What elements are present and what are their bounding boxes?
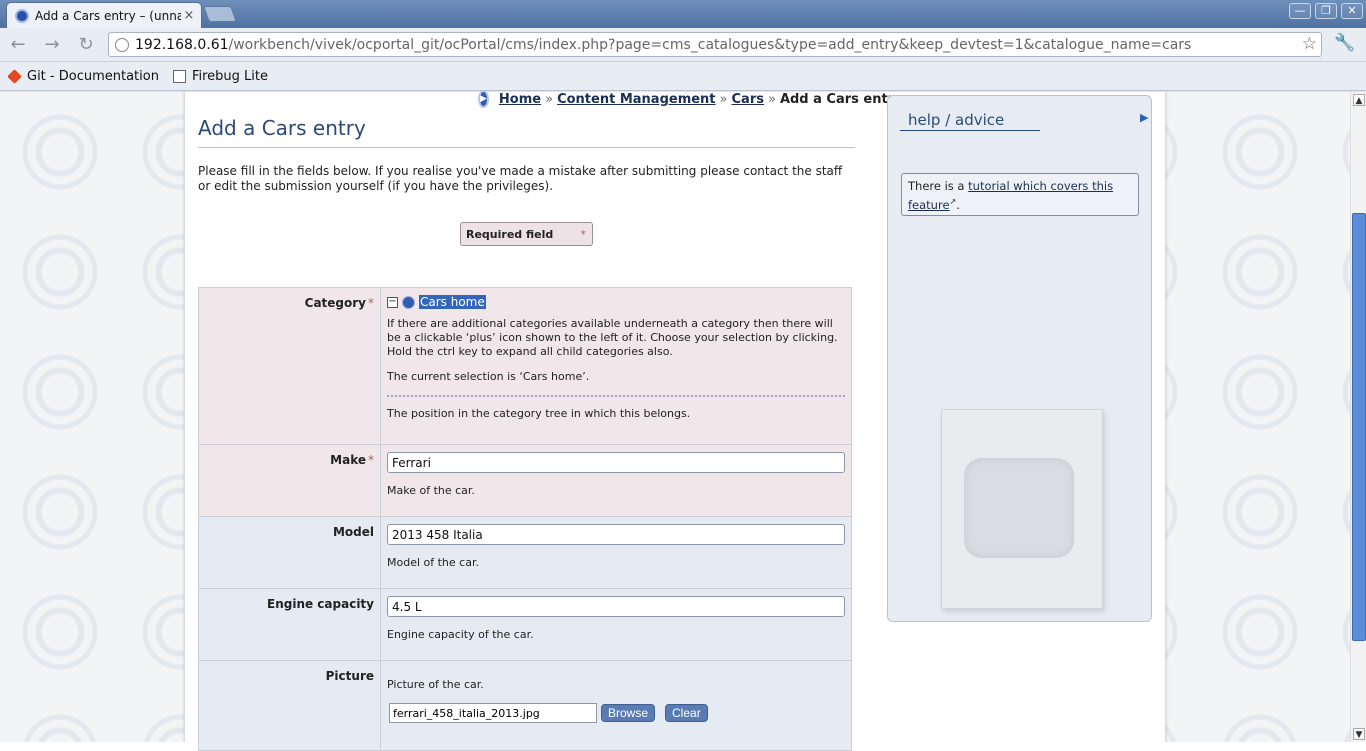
forward-icon[interactable]: → (40, 34, 64, 56)
tab-strip: Add a Cars entry – (unnam × — ❐ ✕ (0, 0, 1366, 28)
tab-close-icon[interactable]: × (181, 8, 197, 23)
page-viewport (0, 92, 1350, 742)
browser-chrome: Add a Cars entry – (unnam × — ❐ ✕ ← → ↻ … (0, 0, 1366, 92)
bookmark-git-documentation[interactable]: Git - Documentation (7, 68, 159, 84)
back-icon[interactable]: ← (6, 34, 30, 56)
bookmark-firebug-lite[interactable]: Firebug Lite (172, 68, 268, 84)
close-window-button[interactable]: ✕ (1341, 3, 1363, 19)
content-panel (184, 92, 1166, 742)
address-bar[interactable]: 192.168.0.61/workbench/vivek/ocportal_gi… (108, 32, 1322, 57)
scroll-down-icon[interactable]: ▼ (1353, 728, 1365, 740)
bookmark-label: Firebug Lite (191, 68, 268, 84)
url-path: /workbench/vivek/ocportal_git/ocPortal/c… (228, 36, 1192, 53)
globe-icon (115, 38, 129, 52)
maximize-button[interactable]: ❐ (1315, 3, 1337, 19)
vertical-scrollbar[interactable]: ▲ ▼ (1350, 92, 1366, 742)
minimize-button[interactable]: — (1289, 3, 1311, 19)
page-icon (172, 69, 186, 83)
wrench-icon[interactable]: 🔧 (1334, 33, 1355, 53)
browser-tab[interactable]: Add a Cars entry – (unnam × (6, 2, 202, 28)
reload-icon[interactable]: ↻ (74, 34, 98, 56)
browser-toolbar: ← → ↻ 192.168.0.61/workbench/vivek/ocpor… (0, 28, 1366, 62)
bookmarks-bar: Git - Documentation Firebug Lite (0, 62, 1366, 91)
scroll-up-icon[interactable]: ▲ (1353, 94, 1365, 106)
new-tab-button[interactable] (203, 6, 237, 22)
site-favicon-icon (15, 8, 29, 23)
url-host: 192.168.0.61 (135, 36, 229, 53)
bookmark-star-icon[interactable]: ☆ (1302, 34, 1317, 54)
git-icon (7, 68, 22, 84)
scrollbar-thumb[interactable] (1352, 213, 1366, 641)
tab-title: Add a Cars entry – (unnam (35, 8, 181, 23)
bookmark-label: Git - Documentation (27, 68, 159, 84)
